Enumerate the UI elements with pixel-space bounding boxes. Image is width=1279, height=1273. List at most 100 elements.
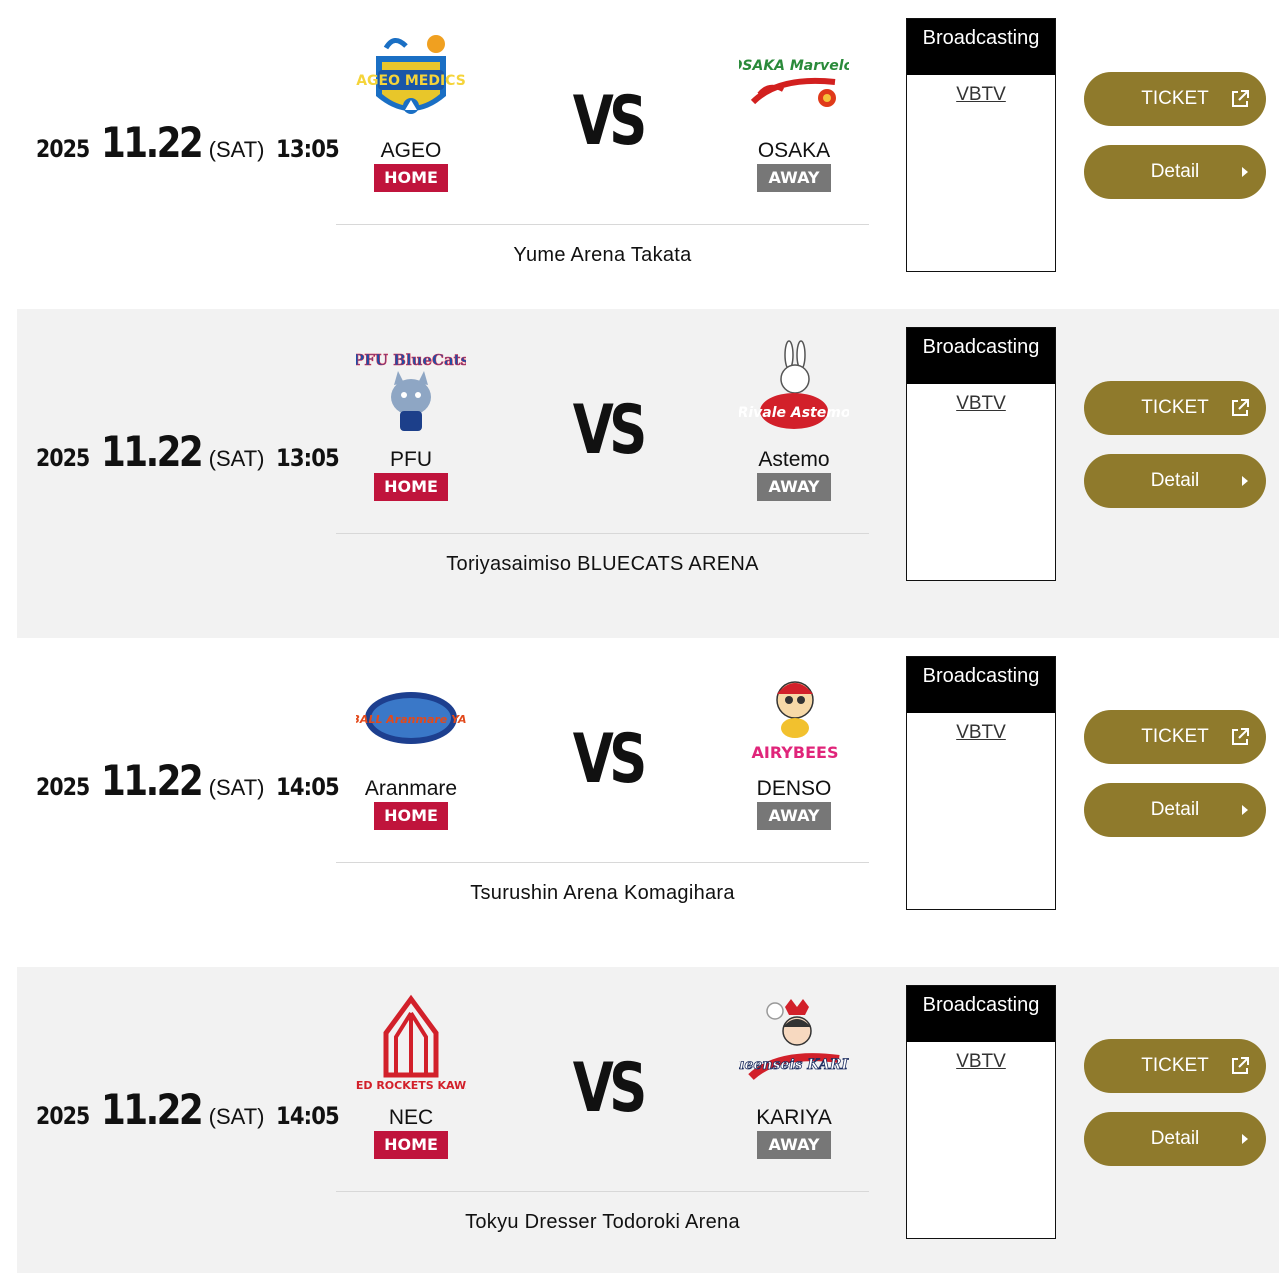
detail-button[interactable]: Detail [1084,1112,1266,1166]
match-time: 14:05 [276,773,340,801]
broadcast-link-vbtv[interactable]: VBTV [907,1051,1055,1073]
away-team: Rivale Astemo Astemo AWAY [719,335,869,501]
divider [336,533,869,534]
broadcasting-panel: Broadcasting VBTV [906,327,1056,581]
match-time: 13:05 [276,444,340,472]
ticket-button-label: TICKET [1141,88,1209,109]
broadcast-link-vbtv[interactable]: VBTV [907,84,1055,106]
external-link-icon [1232,728,1249,745]
logo-lettering: OSAKA Marvelous [739,58,849,74]
aranmare-logo[interactable]: VOLLEYBALL Aranmare YAMAGATA [356,664,466,774]
home-team: NEC RED ROCKETS KAWASAKI NEC HOME [336,993,486,1159]
logo-lettering: PFU BlueCats [356,351,466,369]
match-card: 2025 11.22 (SAT) 14:05 NEC RED ROCKETS K… [17,967,1279,1273]
match-year: 2025 [36,773,90,801]
home-team-name: AGEO [380,139,442,162]
detail-button-label: Detail [1150,1128,1200,1149]
home-badge: HOME [374,164,448,192]
ticket-button[interactable]: TICKET [1084,1039,1266,1093]
logo-lettering: Queenseis KARIYA [739,1057,849,1073]
external-link-icon [1232,399,1249,416]
away-team: AIRYBEES DENSO AWAY [719,664,869,830]
away-badge: AWAY [757,802,831,830]
broadcast-link-vbtv[interactable]: VBTV [907,722,1055,744]
home-badge: HOME [374,1131,448,1159]
broadcasting-panel: Broadcasting VBTV [906,18,1056,272]
home-team-name: NEC [388,1106,434,1129]
detail-button-label: Detail [1150,799,1200,820]
ticket-button-label: TICKET [1141,726,1209,747]
home-team-name: PFU [390,448,432,471]
venue-name: Toriyasaimiso BLUECATS ARENA [446,553,759,575]
home-badge: HOME [374,473,448,501]
broadcast-link-vbtv[interactable]: VBTV [907,393,1055,415]
broadcasting-panel: Broadcasting VBTV [906,985,1056,1239]
broadcasting-heading: Broadcasting [907,986,1055,1042]
match-time: 13:05 [276,135,340,163]
away-team-name: OSAKA [757,139,831,162]
match-date: 2025 11.22 (SAT) 14:05 [36,756,348,805]
away-team-name: DENSO [756,777,832,800]
match-month-day: 11.22 [100,756,204,805]
venue-name: Tsurushin Arena Komagihara [470,882,735,904]
denso-airybees-logo[interactable]: AIRYBEES [739,664,849,774]
broadcasting-heading: Broadcasting [907,328,1055,384]
ticket-button-label: TICKET [1141,397,1209,418]
match-month-day: 11.22 [100,427,204,476]
away-team-name: KARIYA [756,1106,832,1129]
ageo-medics-logo[interactable]: AGEO MEDICS [356,26,466,136]
logo-lettering: AIRYBEES [752,743,839,762]
matchup: AGEO MEDICS AGEO HOME VS OSAKA Marvelous [336,0,869,266]
ticket-button[interactable]: TICKET [1084,381,1266,435]
home-team: AGEO MEDICS AGEO HOME [336,26,486,192]
pfu-bluecats-logo[interactable]: PFU BlueCats [356,335,466,445]
detail-button[interactable]: Detail [1084,145,1266,199]
caret-right-icon [1242,476,1248,486]
divider [336,862,869,863]
match-year: 2025 [36,135,90,163]
away-badge: AWAY [757,1131,831,1159]
match-weekday: (SAT) [208,1104,265,1129]
logo-lettering: Rivale Astemo [739,405,849,421]
home-team: VOLLEYBALL Aranmare YAMAGATA Aranmare HO… [336,664,486,830]
ticket-button[interactable]: TICKET [1084,710,1266,764]
logo-lettering: VOLLEYBALL Aranmare YAMAGATA [356,713,466,726]
match-month-day: 11.22 [100,118,204,167]
detail-button[interactable]: Detail [1084,783,1266,837]
logo-lettering: AGEO MEDICS [356,73,466,89]
match-date: 2025 11.22 (SAT) 13:05 [36,427,348,476]
away-team: OSAKA Marvelous OSAKA AWAY [719,26,869,192]
matchup: PFU BlueCats PFU HOME VS Rivale Astemo A… [336,309,869,575]
kariya-queenseis-logo[interactable]: Queenseis KARIYA [739,993,849,1103]
vs-label: VS [572,391,648,470]
nec-red-rockets-logo[interactable]: NEC RED ROCKETS KAWASAKI [356,993,466,1103]
osaka-marvelous-logo[interactable]: OSAKA Marvelous [739,26,849,136]
divider [336,1191,869,1192]
caret-right-icon [1242,805,1248,815]
ticket-button[interactable]: TICKET [1084,72,1266,126]
vs-label: VS [572,720,648,799]
venue-name: Tokyu Dresser Todoroki Arena [465,1211,740,1233]
away-team: Queenseis KARIYA KARIYA AWAY [719,993,869,1159]
ticket-button-label: TICKET [1141,1055,1209,1076]
home-badge: HOME [374,802,448,830]
external-link-icon [1232,90,1249,107]
match-schedule-list: 2025 11.22 (SAT) 13:05 AGEO MEDICS AGEO … [0,0,1279,1273]
matchup: VOLLEYBALL Aranmare YAMAGATA Aranmare HO… [336,638,869,904]
external-link-icon [1232,1057,1249,1074]
match-card: 2025 11.22 (SAT) 13:05 PFU BlueCats PFU … [17,309,1279,638]
caret-right-icon [1242,1134,1248,1144]
broadcasting-heading: Broadcasting [907,657,1055,713]
detail-button-label: Detail [1150,470,1200,491]
detail-button[interactable]: Detail [1084,454,1266,508]
match-month-day: 11.22 [100,1085,204,1134]
match-weekday: (SAT) [208,446,265,471]
match-card: 2025 11.22 (SAT) 13:05 AGEO MEDICS AGEO … [0,0,1279,329]
astemo-rivale-logo[interactable]: Rivale Astemo [739,335,849,445]
divider [336,224,869,225]
match-weekday: (SAT) [208,137,265,162]
logo-lettering: NEC RED ROCKETS KAWASAKI [356,1079,466,1092]
vs-label: VS [572,1049,648,1128]
match-date: 2025 11.22 (SAT) 14:05 [36,1085,348,1134]
venue-name: Yume Arena Takata [513,244,692,266]
